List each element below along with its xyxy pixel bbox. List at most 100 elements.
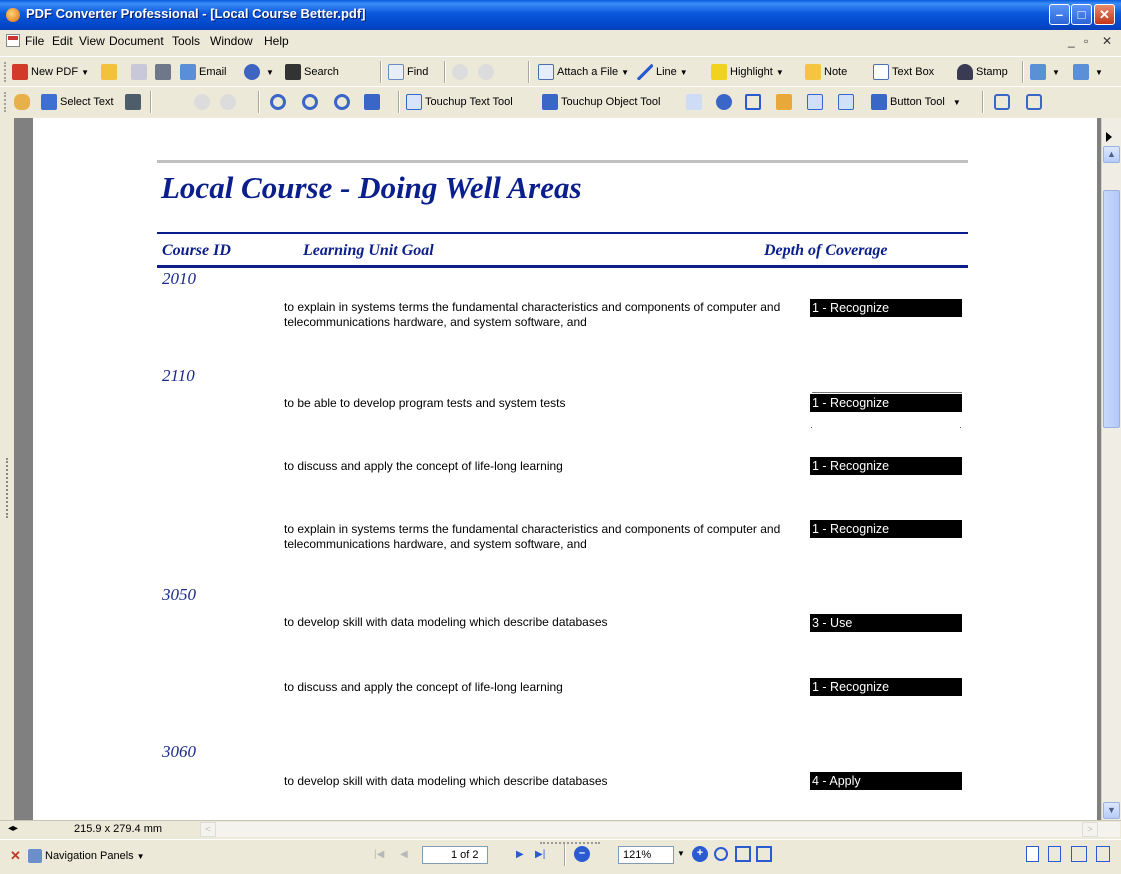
open-button[interactable] (101, 64, 120, 80)
menu-edit[interactable]: Edit (52, 34, 73, 48)
text-box-button[interactable]: Text Box (873, 64, 934, 80)
navigation-panels-icon (28, 849, 42, 863)
separator (982, 91, 984, 113)
scroll-right-button[interactable]: > (1082, 822, 1098, 837)
note-button[interactable]: Note (805, 64, 847, 80)
doc-close-icon[interactable]: ✕ (1102, 34, 1112, 48)
attach-file-button[interactable]: Attach a File ▼ (538, 64, 629, 80)
select-text-button[interactable]: Select Text (41, 94, 114, 110)
undo-button[interactable] (452, 64, 471, 80)
scroll-left-button[interactable]: < (200, 822, 216, 837)
menu-view[interactable]: View (79, 34, 105, 48)
stamp-button[interactable]: Stamp (957, 64, 1008, 80)
toolbar-grip[interactable] (4, 92, 9, 112)
first-page-icon[interactable]: |◀ (374, 849, 384, 860)
zoom-out-button[interactable] (302, 94, 321, 110)
rotate-button[interactable] (994, 94, 1013, 110)
view-options-button[interactable]: ▼ (1030, 64, 1060, 80)
page-display-button[interactable]: ▼ (1073, 64, 1103, 80)
scroll-down-button[interactable]: ▼ (1103, 802, 1120, 819)
single-page-icon[interactable] (1026, 846, 1039, 862)
navigation-panels-button[interactable]: Navigation Panels ▼ (28, 849, 145, 863)
document-icon[interactable] (6, 34, 20, 47)
zoom-in-button[interactable] (270, 94, 289, 110)
scroll-up-button[interactable]: ▲ (1103, 146, 1120, 163)
find-icon (388, 64, 404, 80)
actual-size-icon[interactable] (714, 847, 728, 861)
col-header-goal: Learning Unit Goal (303, 242, 434, 259)
page-number-input[interactable]: 1 of 2 (422, 846, 488, 864)
doc-restore-icon[interactable]: ▫ (1084, 34, 1088, 48)
facing-icon[interactable] (1071, 846, 1087, 862)
hand-tool-button[interactable] (14, 94, 33, 110)
snapshot-button[interactable] (125, 94, 144, 110)
find-button[interactable]: Find (388, 64, 428, 80)
button-tool-button[interactable]: Button Tool ▼ (871, 94, 961, 110)
doc-minimize-icon[interactable]: _ (1068, 34, 1075, 48)
fit-page-icon[interactable] (735, 846, 751, 862)
toolbar-grip[interactable] (4, 62, 9, 82)
panel-expand-icon[interactable] (1106, 132, 1112, 142)
new-pdf-button[interactable]: New PDF ▼ (12, 64, 89, 80)
divider (812, 392, 962, 393)
search-button[interactable]: Search (285, 64, 339, 80)
course-id: 3050 (162, 585, 196, 604)
depth-badge: 1 - Recognize (810, 678, 962, 696)
vertical-scrollbar[interactable]: ▲ ▼ (1101, 118, 1121, 820)
zoom-out-icon[interactable]: – (574, 846, 590, 862)
touchup-text-button[interactable]: Touchup Text Tool (406, 94, 513, 110)
next-page-icon[interactable]: ▶ (516, 849, 524, 860)
highlight-button[interactable]: Highlight ▼ (711, 64, 784, 80)
zoom-tool-button[interactable] (334, 94, 353, 110)
fit-width-icon[interactable] (756, 846, 772, 862)
zoom-dropdown-icon[interactable]: ▼ (677, 849, 685, 858)
save-button[interactable] (131, 64, 150, 80)
link-button[interactable] (716, 94, 735, 110)
rotate-back-button[interactable] (1026, 94, 1045, 110)
continuous-icon[interactable] (1048, 846, 1061, 862)
last-page-icon[interactable]: ▶| (535, 849, 545, 860)
main-toolbar: New PDF ▼ Email ▼ Search Find Attach a Fi… (0, 56, 1121, 87)
speck (811, 427, 812, 428)
security-button[interactable] (776, 94, 795, 110)
touchup-object-button[interactable]: Touchup Object Tool (542, 94, 660, 110)
loupe-button[interactable] (364, 94, 383, 110)
close-panel-icon[interactable]: ✕ (10, 848, 21, 864)
close-button[interactable]: ✕ (1094, 4, 1115, 25)
horizontal-scrollbar[interactable]: < > (200, 822, 1120, 837)
arrow-icon (686, 94, 702, 110)
menu-tools[interactable]: Tools (172, 34, 200, 48)
navigation-splitter[interactable] (0, 118, 14, 820)
zoom-level-input[interactable]: 121% (618, 846, 674, 864)
minimize-button[interactable]: – (1049, 4, 1070, 25)
crop-button[interactable] (745, 94, 764, 110)
email-button[interactable]: Email (180, 64, 227, 80)
view-options-icon (1030, 64, 1046, 80)
form-field-icon (807, 94, 823, 110)
split-handle-icon[interactable]: ◂▸ (8, 823, 18, 834)
snapshot-icon (125, 94, 141, 110)
open-folder-icon (101, 64, 117, 80)
continuous-facing-icon[interactable] (1096, 846, 1110, 862)
zoom-in-icon[interactable]: + (692, 846, 708, 862)
scroll-thumb[interactable] (1103, 190, 1120, 428)
ocr-button[interactable]: ▼ (244, 64, 274, 80)
menu-window[interactable]: Window (210, 34, 253, 48)
line-button[interactable]: Line ▼ (637, 64, 688, 80)
forward-button[interactable] (220, 94, 239, 110)
menu-help[interactable]: Help (264, 34, 289, 48)
previous-page-icon[interactable]: ◀ (400, 849, 408, 860)
menu-document[interactable]: Document (109, 34, 164, 48)
depth-badge: 1 - Recognize (810, 299, 962, 317)
resize-grip[interactable] (540, 842, 600, 846)
email-icon (180, 64, 196, 80)
form-field-button[interactable] (807, 94, 826, 110)
back-button[interactable] (194, 94, 213, 110)
checkbox-tool-button[interactable] (838, 94, 857, 110)
menu-file[interactable]: File (25, 34, 44, 48)
maximize-button[interactable]: □ (1071, 4, 1092, 25)
select-object-button[interactable] (686, 94, 705, 110)
redo-button[interactable] (478, 64, 497, 80)
print-button[interactable] (155, 64, 174, 80)
new-pdf-icon (12, 64, 28, 80)
